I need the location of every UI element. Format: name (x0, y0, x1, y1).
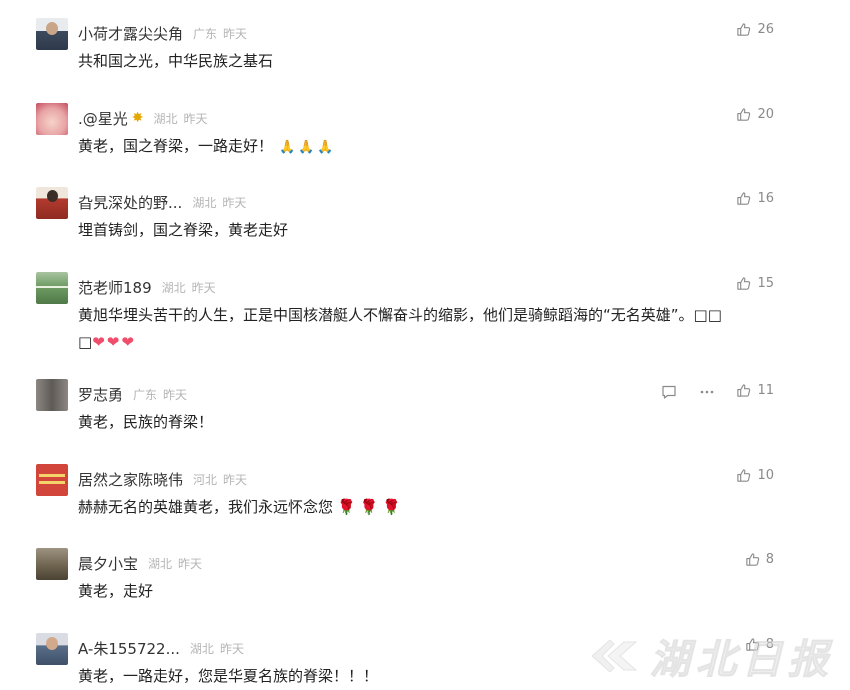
username[interactable]: .@星光 (78, 108, 128, 129)
avatar[interactable] (36, 187, 68, 219)
like-count: 15 (757, 276, 774, 291)
comment-time: 昨天 (183, 111, 208, 126)
like-count: 16 (757, 191, 774, 206)
like-count: 11 (757, 383, 774, 398)
rose-emoji: 🌹🌹🌹 (337, 498, 406, 516)
username[interactable]: 范老师189 (78, 277, 152, 298)
comment-text-cont: □ (78, 333, 93, 351)
username[interactable]: 小荷才露尖尖角 (78, 23, 183, 44)
comment-text: 黄老，民族的脊梁！ (78, 413, 214, 431)
pray-emoji: 🙏🙏🙏 (279, 140, 337, 155)
thumbs-up-icon (737, 277, 751, 290)
more-icon (700, 390, 714, 394)
thumbs-up-icon (737, 108, 751, 121)
avatar[interactable] (36, 379, 68, 411)
comment-time: 昨天 (178, 556, 203, 571)
like-button[interactable]: 16 (736, 191, 774, 206)
comment-region: 湖北 (148, 556, 173, 571)
thumbs-up-icon (737, 192, 751, 205)
username[interactable]: A-朱155722... (78, 638, 180, 659)
thumbs-up-icon (737, 384, 751, 397)
comment-time: 昨天 (163, 387, 188, 402)
comment-item: 旮旯深处的野... 湖北 昨天 埋首铸剑，国之脊梁，黄老走好 16 (0, 187, 850, 267)
avatar[interactable] (36, 18, 68, 50)
comment-text: 赫赫无名的英雄黄老，我们永远怀念您 🌹🌹🌹 (78, 498, 406, 516)
comment-text: 共和国之光，中华民族之基石 (78, 52, 274, 70)
thumbs-up-icon (737, 469, 751, 482)
like-button[interactable]: 26 (736, 22, 774, 37)
like-button[interactable]: 10 (736, 468, 774, 483)
avatar[interactable] (36, 548, 68, 580)
comment-item: 罗志勇 广东 昨天 黄老，民族的脊梁！ 11 (0, 379, 850, 459)
comment-time: 昨天 (219, 641, 244, 656)
like-count: 8 (765, 552, 774, 567)
comment-region: 广东 (133, 387, 158, 402)
heart-emoji: ❤❤❤ (92, 333, 136, 351)
avatar[interactable] (36, 272, 68, 304)
comment-icon (662, 385, 676, 399)
more-button[interactable] (698, 383, 716, 401)
username[interactable]: 晨夕小宝 (78, 553, 138, 574)
comment-text: 黄老，走好 (78, 582, 154, 600)
comment-time: 昨天 (223, 472, 248, 487)
sparkle-icon: ✸ (131, 110, 144, 126)
comment-time: 昨天 (191, 280, 216, 295)
like-button[interactable]: 8 (745, 552, 774, 567)
comment-region: 湖北 (189, 641, 214, 656)
like-count: 10 (757, 468, 774, 483)
watermark: 湖北日报 (588, 628, 836, 684)
like-count: 20 (757, 107, 774, 122)
comment-region: 河北 (193, 472, 218, 487)
comment-region: 广东 (193, 26, 218, 41)
username[interactable]: 罗志勇 (78, 384, 123, 405)
comment-item: 居然之家陈晓伟 河北 昨天 赫赫无名的英雄黄老，我们永远怀念您 🌹🌹🌹 10 (0, 464, 850, 544)
comment-item: 晨夕小宝 湖北 昨天 黄老，走好 8 (0, 548, 850, 628)
comment-text: 黄老，国之脊梁，一路走好！ 🙏🙏🙏 (78, 137, 337, 155)
comment-list: 小荷才露尖尖角 广东 昨天 共和国之光，中华民族之基石 26 .@星光 ✸ 湖北… (0, 0, 850, 690)
like-button[interactable]: 20 (736, 107, 774, 122)
comment-time: 昨天 (223, 26, 248, 41)
comment-region: 湖北 (192, 195, 217, 210)
comment-region: 湖北 (153, 111, 178, 126)
like-count: 26 (757, 22, 774, 37)
watermark-logo-icon (591, 639, 638, 673)
avatar[interactable] (36, 633, 68, 665)
comment-item: .@星光 ✸ 湖北 昨天 黄老，国之脊梁，一路走好！ 🙏🙏🙏 20 (0, 103, 850, 183)
like-button[interactable]: 11 (736, 383, 774, 398)
watermark-text: 湖北日报 (650, 636, 834, 684)
comment-item: 范老师189 湖北 昨天 黄旭华埋头苦干的人生，正是中国核潜艇人不懈奋斗的缩影，… (0, 272, 850, 352)
username[interactable]: 居然之家陈晓伟 (78, 469, 183, 490)
thumbs-up-icon (737, 23, 751, 36)
comment-item: 小荷才露尖尖角 广东 昨天 共和国之光，中华民族之基石 26 (0, 18, 850, 98)
username[interactable]: 旮旯深处的野... (78, 192, 182, 213)
comment-time: 昨天 (222, 195, 247, 210)
thumbs-up-icon (746, 553, 759, 566)
comment-region: 湖北 (161, 280, 186, 295)
like-button[interactable]: 15 (736, 276, 774, 291)
reply-button[interactable] (660, 383, 678, 401)
avatar[interactable] (36, 103, 68, 135)
comment-text: 埋首铸剑，国之脊梁，黄老走好 (78, 221, 289, 239)
avatar[interactable] (36, 464, 68, 496)
comment-text: 黄旭华埋头苦干的人生，正是中国核潜艇人不懈奋斗的缩影，他们是骑鲸蹈海的“无名英雄… (78, 306, 722, 351)
